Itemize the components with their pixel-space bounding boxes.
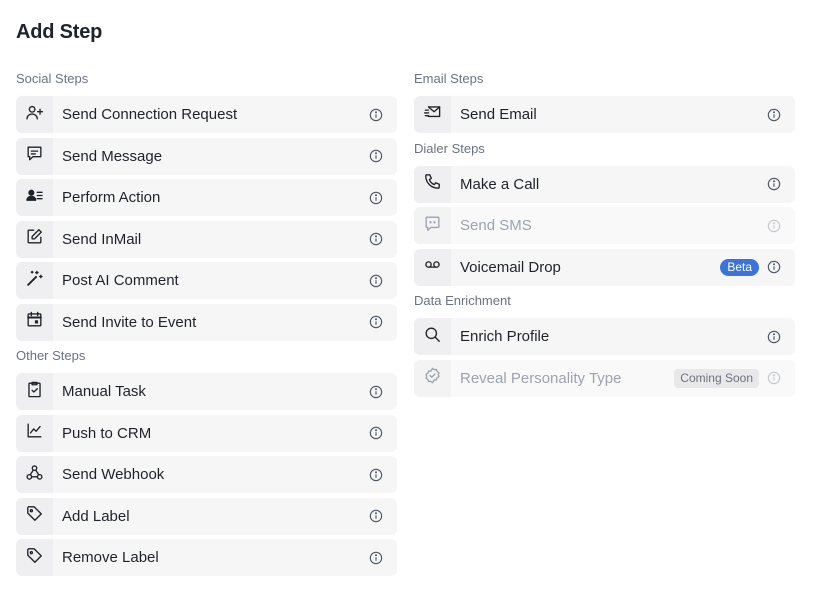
sms-icon xyxy=(423,214,442,238)
section-label: Dialer Steps xyxy=(414,140,485,156)
right-column: Email Steps Send Email Dialer Steps Make… xyxy=(414,68,795,401)
info-icon[interactable] xyxy=(767,330,781,344)
coming-soon-badge: Coming Soon xyxy=(674,368,759,388)
section-dialer-steps: Dialer Steps Make a Call Send SMS Voicem… xyxy=(414,138,795,286)
info-icon[interactable] xyxy=(767,260,781,274)
step-post-ai-comment[interactable]: Post AI Comment xyxy=(16,262,397,299)
step-push-to-crm[interactable]: Push to CRM xyxy=(16,414,397,452)
info-icon[interactable] xyxy=(767,219,781,233)
step-label: Remove Label xyxy=(62,549,159,566)
step-voicemail-drop[interactable]: Voicemail Drop Beta xyxy=(414,248,795,286)
info-icon[interactable] xyxy=(369,426,383,440)
step-add-label[interactable]: Add Label xyxy=(16,497,397,535)
step-label: Send SMS xyxy=(460,217,532,234)
info-icon[interactable] xyxy=(767,177,781,191)
step-label: Voicemail Drop xyxy=(460,258,561,276)
beta-badge: Beta xyxy=(720,258,759,276)
badge-check-icon xyxy=(423,366,442,390)
info-icon[interactable] xyxy=(369,274,383,288)
step-send-email[interactable]: Send Email xyxy=(414,96,795,133)
step-label: Send Message xyxy=(62,147,163,165)
step-send-invite-to-event[interactable]: Send Invite to Event xyxy=(16,303,397,341)
info-icon[interactable] xyxy=(369,191,383,205)
step-send-connection-request[interactable]: Send Connection Request xyxy=(16,96,397,133)
step-send-message[interactable]: Send Message xyxy=(16,137,397,175)
step-label: Send Webhook xyxy=(62,466,165,483)
step-enrich-profile[interactable]: Enrich Profile xyxy=(414,318,795,355)
step-label: Send InMail xyxy=(62,230,142,248)
user-plus-icon xyxy=(25,103,44,127)
step-label: Add Label xyxy=(62,507,130,525)
line-chart-icon xyxy=(25,421,44,445)
step-send-webhook[interactable]: Send Webhook xyxy=(16,456,397,493)
left-column: Social Steps Send Connection Request Sen… xyxy=(16,68,397,581)
section-social-steps: Social Steps Send Connection Request Sen… xyxy=(16,68,397,341)
voicemail-icon xyxy=(423,255,442,279)
info-icon[interactable] xyxy=(767,371,781,385)
step-label: Enrich Profile xyxy=(460,328,550,345)
user-list-icon xyxy=(25,186,44,210)
step-label: Send Connection Request xyxy=(62,106,238,123)
section-label: Social Steps xyxy=(16,71,89,86)
info-icon[interactable] xyxy=(369,509,383,523)
step-make-a-call[interactable]: Make a Call xyxy=(414,165,795,203)
edit-square-icon xyxy=(25,227,44,251)
step-label: Post AI Comment xyxy=(62,272,179,289)
tag-icon xyxy=(25,546,44,570)
section-label: Data Enrichment xyxy=(414,293,511,308)
section-data-enrichment: Data Enrichment Enrich Profile Reveal Pe… xyxy=(414,290,795,397)
page-title: Add Step xyxy=(16,21,103,43)
step-reveal-personality-type: Reveal Personality Type Coming Soon xyxy=(414,359,795,397)
mail-send-icon xyxy=(423,103,442,127)
step-remove-label[interactable]: Remove Label xyxy=(16,539,397,576)
step-label: Make a Call xyxy=(460,175,540,193)
step-label: Send Invite to Event xyxy=(62,313,197,331)
info-icon[interactable] xyxy=(369,149,383,163)
section-email-steps: Email Steps Send Email xyxy=(414,68,795,133)
search-icon xyxy=(423,325,442,349)
section-label: Other Steps xyxy=(16,348,86,363)
step-send-sms: Send SMS xyxy=(414,207,795,244)
info-icon[interactable] xyxy=(369,232,383,246)
step-label: Perform Action xyxy=(62,189,161,206)
info-icon[interactable] xyxy=(369,108,383,122)
step-send-inmail[interactable]: Send InMail xyxy=(16,220,397,258)
section-label: Email Steps xyxy=(414,71,484,86)
webhook-icon xyxy=(25,463,44,487)
step-label: Reveal Personality Type xyxy=(460,369,622,387)
step-manual-task[interactable]: Manual Task xyxy=(16,373,397,410)
step-perform-action[interactable]: Perform Action xyxy=(16,179,397,216)
info-icon[interactable] xyxy=(369,315,383,329)
step-label: Push to CRM xyxy=(62,424,152,442)
info-icon[interactable] xyxy=(369,551,383,565)
step-label: Send Email xyxy=(460,106,537,123)
clipboard-check-icon xyxy=(25,380,44,404)
phone-icon xyxy=(423,172,442,196)
info-icon[interactable] xyxy=(369,385,383,399)
magic-wand-icon xyxy=(25,269,44,293)
step-label: Manual Task xyxy=(62,383,146,400)
message-square-icon xyxy=(25,144,44,168)
tag-icon xyxy=(25,504,44,528)
info-icon[interactable] xyxy=(767,108,781,122)
calendar-icon xyxy=(25,310,44,334)
section-other-steps: Other Steps Manual Task Push to CRM Send… xyxy=(16,345,397,576)
info-icon[interactable] xyxy=(369,468,383,482)
